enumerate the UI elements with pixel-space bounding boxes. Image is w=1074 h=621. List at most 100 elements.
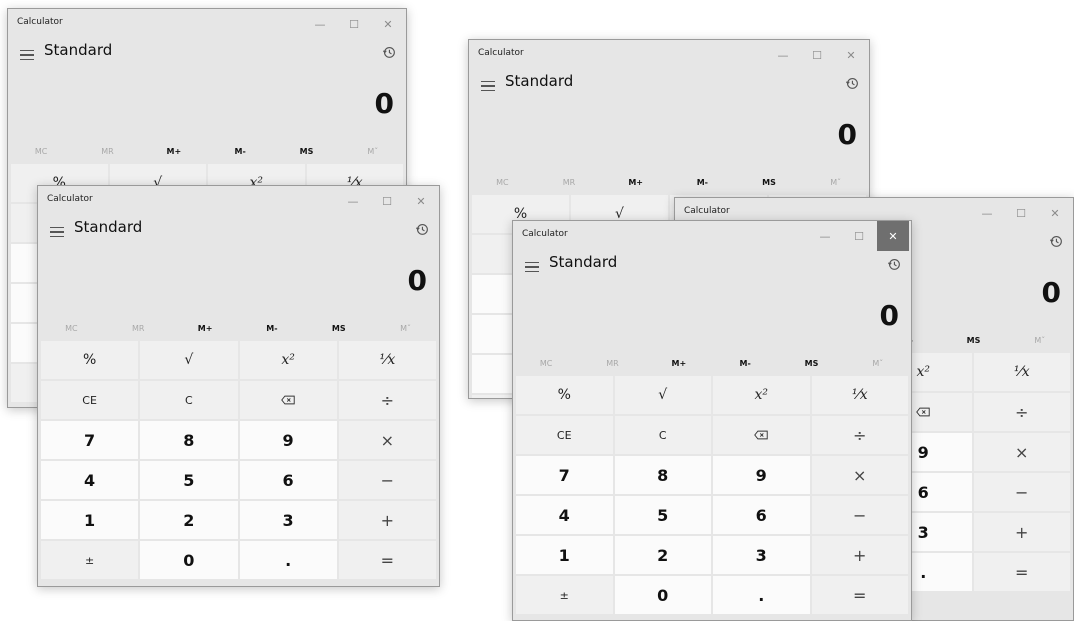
key-decimal[interactable]: . [713,576,810,614]
key-3[interactable]: 3 [239,501,337,539]
close-button[interactable]: ✕ [1039,198,1071,228]
key-3[interactable]: 3 [713,536,810,574]
key-equals[interactable]: = [973,553,1070,591]
memory-button-m-minus[interactable]: M- [207,147,273,156]
memory-button-m-plus[interactable]: M+ [602,178,669,187]
key-sqrt[interactable]: √ [614,376,711,414]
title-bar[interactable]: Calculator — ☐ ✕ [8,9,406,39]
key-4[interactable]: 4 [41,461,139,499]
calculator-window[interactable]: Calculator—☐✕Standard0MCMRM+M-MSMˇ%√x²⅟x… [37,185,440,587]
memory-button-m-minus[interactable]: M- [669,178,736,187]
key-2[interactable]: 2 [614,536,711,574]
backspace-icon[interactable] [713,416,810,454]
history-icon[interactable] [382,44,396,58]
memory-button-ms[interactable]: MS [273,147,339,156]
key-6[interactable]: 6 [713,496,810,534]
key-sqrt[interactable]: √ [140,341,238,379]
close-button[interactable]: ✕ [405,186,437,216]
key-reciprocal[interactable]: ⅟x [338,341,436,379]
memory-button-mc[interactable]: MC [469,178,536,187]
calculator-window[interactable]: Calculator—☐✕Standard0MCMRM+M-MSMˇ%√x²⅟x… [512,220,912,621]
key-1[interactable]: 1 [41,501,139,539]
maximize-button[interactable]: ☐ [801,40,833,70]
key-4[interactable]: 4 [516,496,613,534]
memory-button-mr[interactable]: MR [74,147,140,156]
key-multiply[interactable]: × [338,421,436,459]
memory-button-mr[interactable]: MR [536,178,603,187]
key-minus[interactable]: − [811,496,908,534]
minimize-button[interactable]: — [337,186,369,216]
memory-button-m-list[interactable]: Mˇ [1007,336,1073,345]
key-8[interactable]: 8 [140,421,238,459]
close-button[interactable]: ✕ [835,40,867,70]
memory-button-m-plus[interactable]: M+ [646,359,712,368]
key-0[interactable]: 0 [140,541,238,579]
history-icon[interactable] [845,75,859,89]
history-icon[interactable] [415,221,429,235]
title-bar[interactable]: Calculator — ☐ ✕ [469,40,869,70]
memory-button-m-plus[interactable]: M+ [141,147,207,156]
memory-button-m-plus[interactable]: M+ [172,324,239,333]
key-square[interactable]: x² [239,341,337,379]
memory-button-ms[interactable]: MS [778,359,844,368]
key-minus[interactable]: − [973,473,1070,511]
key-reciprocal[interactable]: ⅟x [973,353,1070,391]
hamburger-icon[interactable] [525,259,539,273]
key-plus[interactable]: + [338,501,436,539]
key-clear[interactable]: C [140,381,238,419]
key-6[interactable]: 6 [239,461,337,499]
key-ce[interactable]: CE [516,416,613,454]
key-8[interactable]: 8 [614,456,711,494]
hamburger-icon[interactable] [481,78,495,92]
key-minus[interactable]: − [338,461,436,499]
key-2[interactable]: 2 [140,501,238,539]
key-plus[interactable]: + [973,513,1070,551]
memory-button-mc[interactable]: MC [8,147,74,156]
title-bar[interactable]: Calculator — ☐ ✕ [38,186,439,216]
memory-button-ms[interactable]: MS [940,336,1006,345]
title-bar[interactable]: Calculator — ☐ ✕ [513,221,911,251]
key-square[interactable]: x² [713,376,810,414]
key-9[interactable]: 9 [713,456,810,494]
maximize-button[interactable]: ☐ [1005,198,1037,228]
key-negate[interactable]: ± [41,541,139,579]
backspace-icon[interactable] [239,381,337,419]
hamburger-icon[interactable] [20,47,34,61]
key-equals[interactable]: = [811,576,908,614]
key-ce[interactable]: CE [41,381,139,419]
key-0[interactable]: 0 [614,576,711,614]
key-clear[interactable]: C [614,416,711,454]
key-1[interactable]: 1 [516,536,613,574]
memory-button-ms[interactable]: MS [736,178,803,187]
key-decimal[interactable]: . [239,541,337,579]
history-icon[interactable] [1049,233,1063,247]
memory-button-mr[interactable]: MR [105,324,172,333]
memory-button-m-list[interactable]: Mˇ [340,147,406,156]
key-9[interactable]: 9 [239,421,337,459]
memory-button-m-minus[interactable]: M- [712,359,778,368]
key-7[interactable]: 7 [516,456,613,494]
key-percent[interactable]: % [516,376,613,414]
maximize-button[interactable]: ☐ [338,9,370,39]
memory-button-mr[interactable]: MR [579,359,645,368]
minimize-button[interactable]: — [304,9,336,39]
key-equals[interactable]: = [338,541,436,579]
minimize-button[interactable]: — [767,40,799,70]
key-5[interactable]: 5 [140,461,238,499]
key-negate[interactable]: ± [516,576,613,614]
minimize-button[interactable]: — [971,198,1003,228]
key-plus[interactable]: + [811,536,908,574]
memory-button-mc[interactable]: MC [513,359,579,368]
key-5[interactable]: 5 [614,496,711,534]
memory-button-m-minus[interactable]: M- [238,324,305,333]
memory-button-m-list[interactable]: Mˇ [372,324,439,333]
memory-button-m-list[interactable]: Mˇ [845,359,911,368]
maximize-button[interactable]: ☐ [371,186,403,216]
memory-button-mc[interactable]: MC [38,324,105,333]
key-multiply[interactable]: × [973,433,1070,471]
key-7[interactable]: 7 [41,421,139,459]
key-percent[interactable]: % [41,341,139,379]
key-multiply[interactable]: × [811,456,908,494]
key-divide[interactable]: ÷ [338,381,436,419]
history-icon[interactable] [887,256,901,270]
